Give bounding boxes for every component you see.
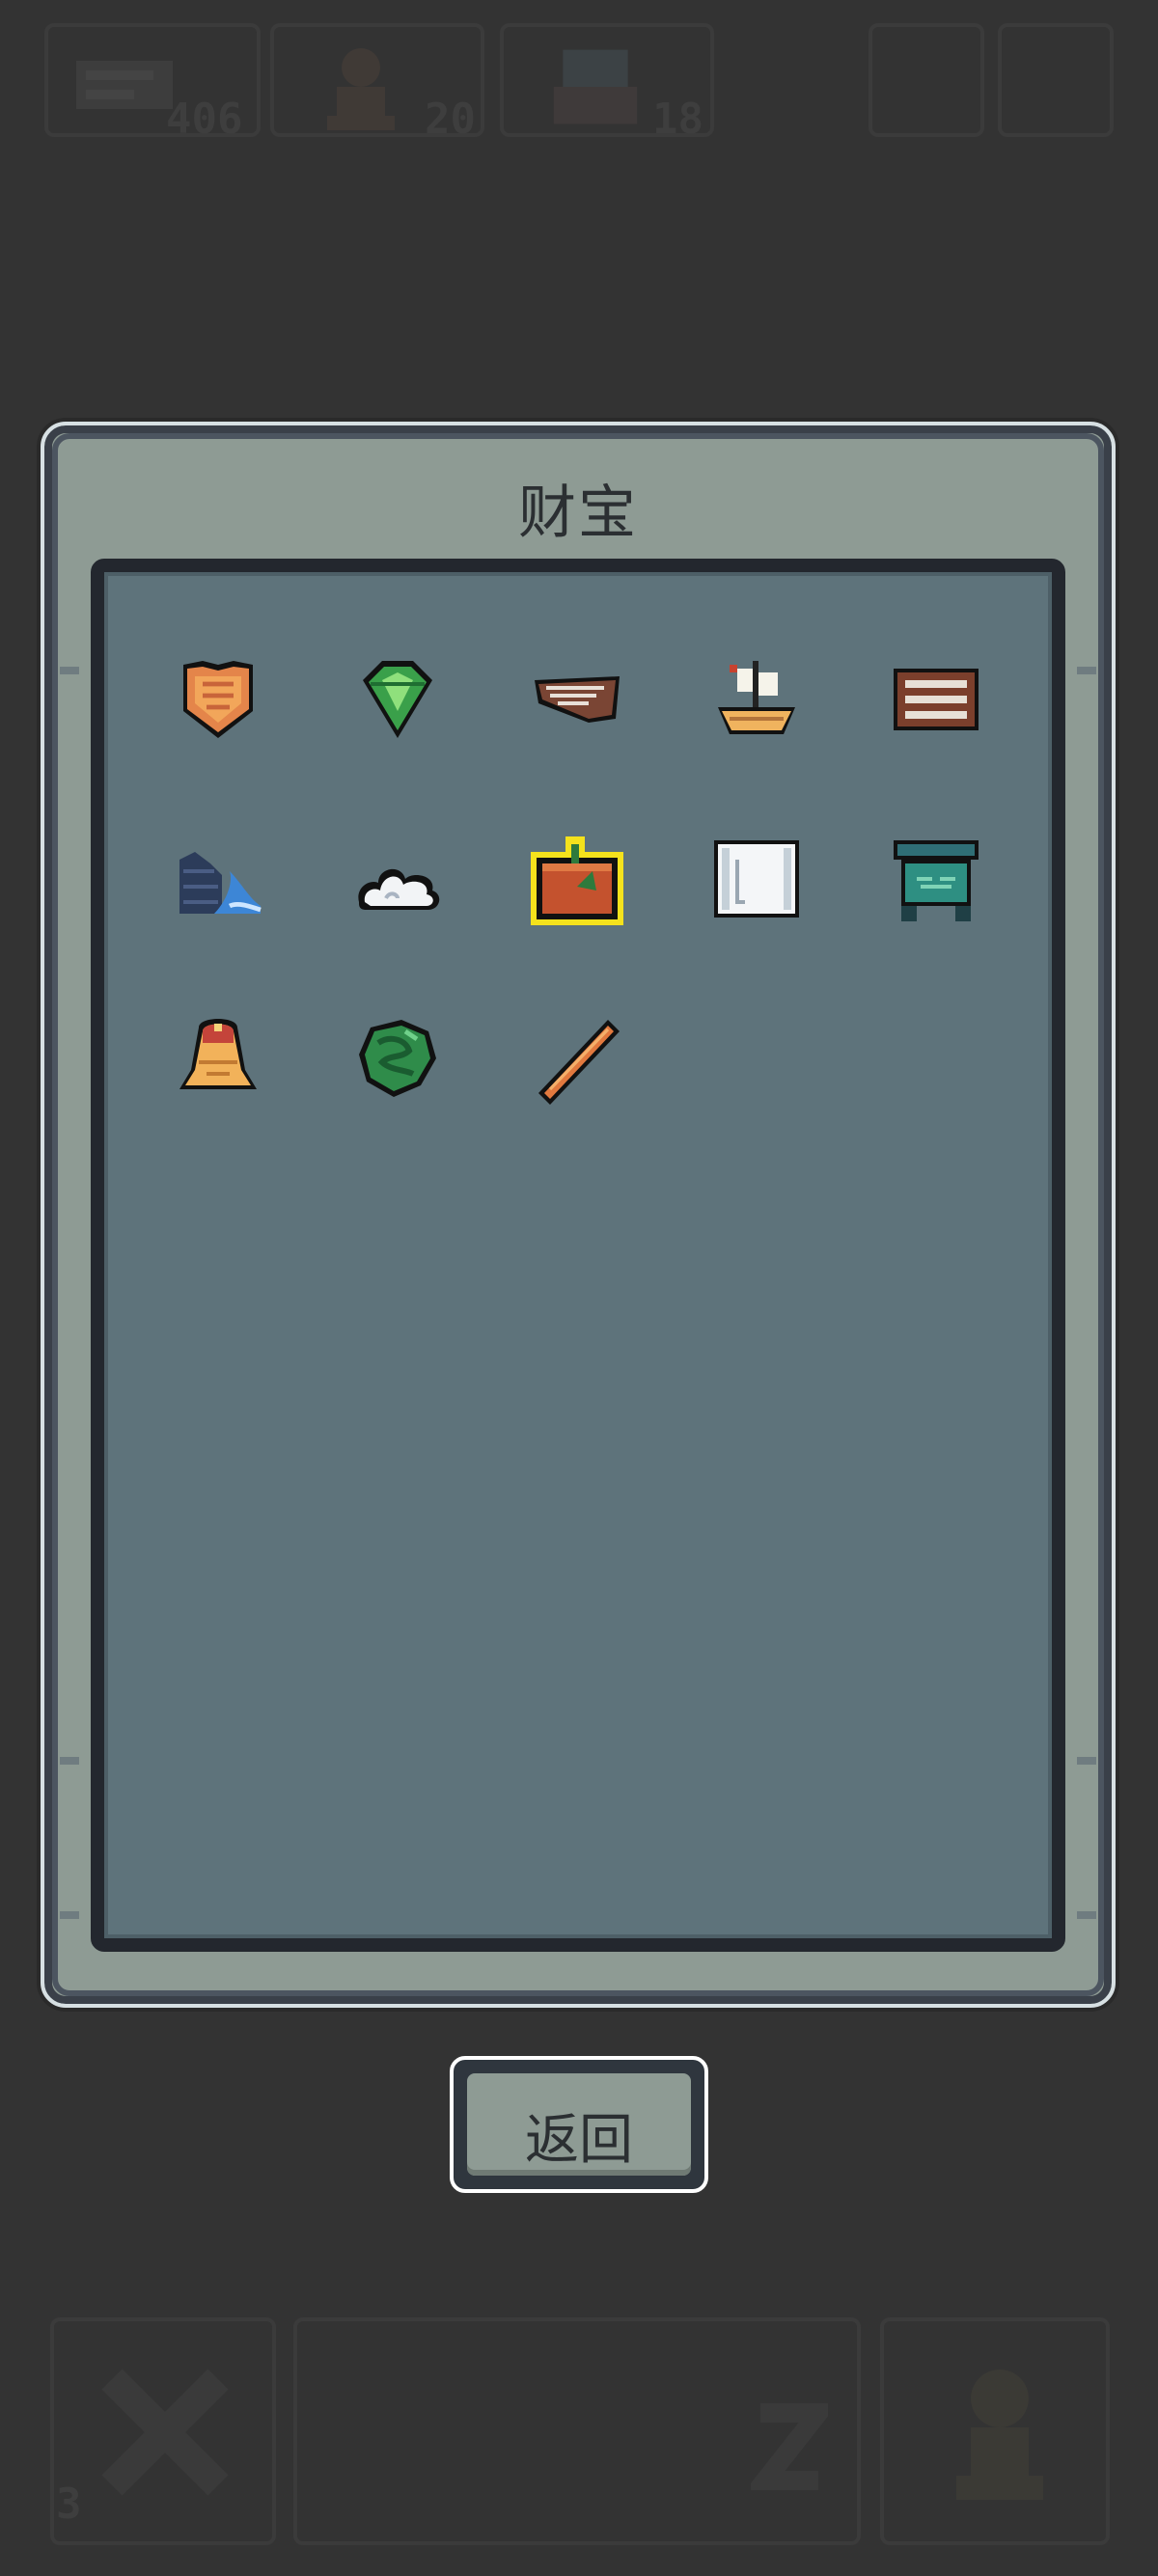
back-button[interactable]: 返回 [450,2056,708,2193]
treasure-slot-4[interactable] [706,649,807,750]
golden-bell-icon [179,1019,257,1089]
center-action-panel[interactable] [293,2317,861,2545]
green-gem-icon [363,661,432,738]
back-button-label: 返回 [525,2109,633,2172]
rivet [1077,1911,1096,1919]
sailing-ship-icon [718,661,795,734]
rivet [60,1911,79,1919]
attack-count: 3 [56,2480,82,2529]
rivet [60,667,79,674]
treasure-slot-12[interactable] [347,1008,448,1109]
treasure-slot-3[interactable] [527,649,627,750]
treasure-slot-7[interactable] [347,829,448,929]
treasure-slot-5[interactable] [886,649,986,750]
rivet [1077,1757,1096,1765]
rivet [1077,667,1096,674]
back-button-face: 返回 [467,2073,691,2176]
attack-button[interactable] [50,2317,276,2545]
character-button[interactable] [880,2317,1110,2545]
monster-icon [553,49,638,124]
treasure-slot-13[interactable] [527,1008,627,1109]
hud-button-1[interactable] [868,23,984,137]
treasure-slot-9[interactable] [706,829,807,929]
wooden-staff-icon [538,1020,620,1105]
stat-monster-value: 18 [652,95,703,144]
treasure-slot-8[interactable] [527,829,627,929]
treasure-slot-1[interactable] [168,649,268,750]
wave-rock-icon [179,852,262,914]
sleep-icon [751,2403,828,2490]
hud-button-2[interactable] [998,23,1114,137]
orange-shield-icon [183,661,253,738]
treasure-modal: 财宝 [41,422,1116,2008]
pawn-icon [327,48,395,130]
jade-dragon-icon [359,1020,436,1097]
teal-gate-icon [894,840,979,921]
modal-title: 财宝 [518,480,638,547]
stat-scroll-value: 406 [166,95,243,144]
rivet [60,1757,79,1765]
treasure-slot-6[interactable] [168,829,268,929]
treasure-grid [91,559,1065,1952]
pumpkin-chest-icon [531,836,623,925]
paper-scroll-icon [714,840,799,918]
cloud-icon [358,868,440,910]
treasure-slot-10[interactable] [886,829,986,929]
stat-pawn-value: 20 [425,95,476,144]
pawn-silhouette-icon [956,2370,1043,2500]
treasure-slot-11[interactable] [168,1008,268,1109]
crossed-swords-icon [101,2369,229,2496]
abacus-icon [894,669,979,730]
wooden-plank-icon [535,676,620,723]
treasure-slot-2[interactable] [347,649,448,750]
